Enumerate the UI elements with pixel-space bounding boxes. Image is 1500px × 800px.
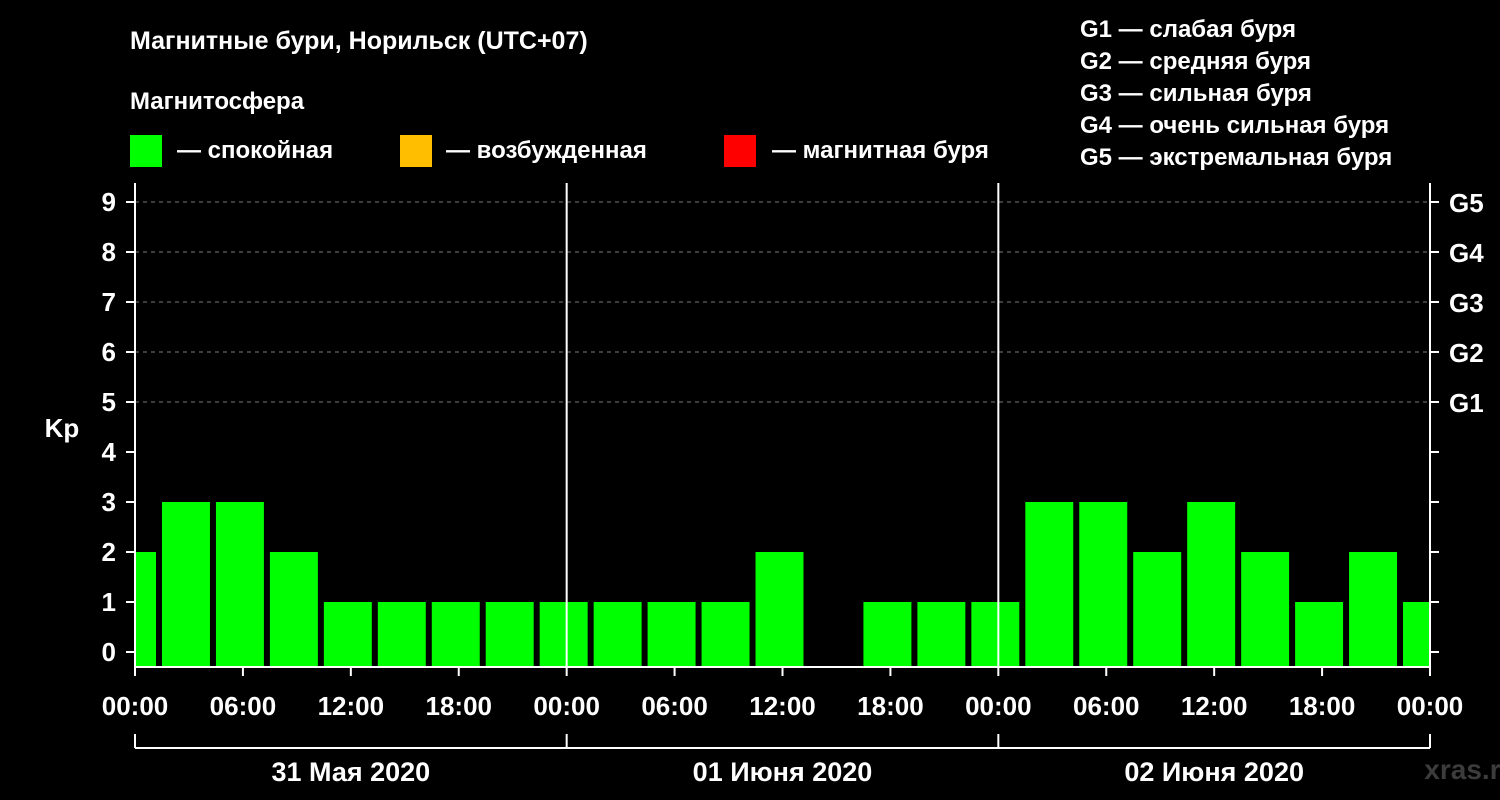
- y-tick-label: 0: [102, 637, 116, 667]
- kp-bar: [269, 552, 318, 667]
- x-tick-label: 06:00: [1073, 691, 1140, 721]
- y-tick-label: 8: [102, 237, 116, 267]
- day-label: 31 Мая 2020: [271, 757, 430, 787]
- plot-area: 0 1 2 3 4 5 6 7 8 9 G1 G2 G3 G4 G5 00:00 06:00 12:00 18:00…: [102, 183, 1484, 787]
- kp-bar: [1079, 502, 1128, 667]
- kp-bar: [755, 552, 804, 667]
- kp-chart: Магнитные бури, Норильск (UTC+07) Магнит…: [0, 0, 1500, 800]
- legend-label-storm: — магнитная буря: [772, 137, 989, 164]
- kp-bar: [1187, 502, 1236, 667]
- x-tick-label: 18:00: [857, 691, 924, 721]
- kp-bar: [539, 602, 588, 667]
- kp-bar: [1295, 602, 1344, 667]
- x-tick-label: 00:00: [1397, 691, 1464, 721]
- kp-bar: [1025, 502, 1074, 667]
- kp-bar: [917, 602, 966, 667]
- kp-bar: [215, 502, 264, 667]
- legend-label-calm: — спокойная: [177, 137, 333, 164]
- g-scale-item-g3: G3 — сильная буря: [1080, 80, 1312, 107]
- y-tick-label: 9: [102, 187, 116, 217]
- y-tick-label: 4: [102, 437, 117, 467]
- kp-bar: [485, 602, 534, 667]
- g-level-label: G1: [1449, 388, 1484, 418]
- kp-bar: [431, 602, 480, 667]
- day-label: 02 Июня 2020: [1124, 757, 1304, 787]
- x-tick-label: 12:00: [318, 691, 385, 721]
- g-scale-item-g2: G2 — средняя буря: [1080, 48, 1311, 75]
- x-tick-label: 00:00: [965, 691, 1032, 721]
- y-axis-label: Kp: [45, 413, 80, 443]
- x-tick-label: 06:00: [641, 691, 708, 721]
- y-tick-label: 1: [102, 587, 116, 617]
- x-tick-label: 12:00: [1181, 691, 1248, 721]
- y-tick-label: 7: [102, 287, 116, 317]
- g-scale-item-g4: G4 — очень сильная буря: [1080, 112, 1389, 139]
- kp-bar: [161, 502, 210, 667]
- g-scale-item-g1: G1 — слабая буря: [1080, 16, 1296, 43]
- legend-swatch-storm: [724, 135, 756, 167]
- kp-bar: [323, 602, 372, 667]
- y-tick-label: 5: [102, 387, 116, 417]
- kp-bar: [647, 602, 696, 667]
- x-tick-label: 00:00: [102, 691, 169, 721]
- y-tick-label: 2: [102, 537, 116, 567]
- kp-bar: [1241, 552, 1290, 667]
- g-level-label: G5: [1449, 188, 1484, 218]
- x-tick-label: 18:00: [1289, 691, 1356, 721]
- kp-bar: [135, 552, 156, 667]
- kp-bar: [1133, 552, 1182, 667]
- x-tick-label: 00:00: [533, 691, 600, 721]
- legend-swatch-excited: [400, 135, 432, 167]
- kp-bar: [1403, 602, 1430, 667]
- x-tick-label: 06:00: [210, 691, 277, 721]
- watermark: xras.ru: [1424, 754, 1500, 785]
- x-tick-label: 18:00: [426, 691, 493, 721]
- kp-bar: [1349, 552, 1398, 667]
- x-tick-label: 12:00: [749, 691, 816, 721]
- kp-bar: [701, 602, 750, 667]
- g-scale-item-g5: G5 — экстремальная буря: [1080, 144, 1392, 171]
- legend-label-excited: — возбужденная: [446, 137, 647, 164]
- day-label: 01 Июня 2020: [693, 757, 873, 787]
- g-level-label: G4: [1449, 238, 1484, 268]
- y-tick-label: 3: [102, 487, 116, 517]
- legend-swatch-calm: [130, 135, 162, 167]
- chart-canvas: Магнитные бури, Норильск (UTC+07) Магнит…: [45, 16, 1500, 787]
- chart-title: Магнитные бури, Норильск (UTC+07): [130, 27, 588, 55]
- y-tick-label: 6: [102, 337, 116, 367]
- g-level-label: G3: [1449, 288, 1484, 318]
- legend-heading: Магнитосфера: [130, 88, 305, 115]
- g-level-label: G2: [1449, 338, 1484, 368]
- kp-bar: [593, 602, 642, 667]
- kp-bar: [863, 602, 912, 667]
- kp-bar: [377, 602, 426, 667]
- kp-bar: [971, 602, 1020, 667]
